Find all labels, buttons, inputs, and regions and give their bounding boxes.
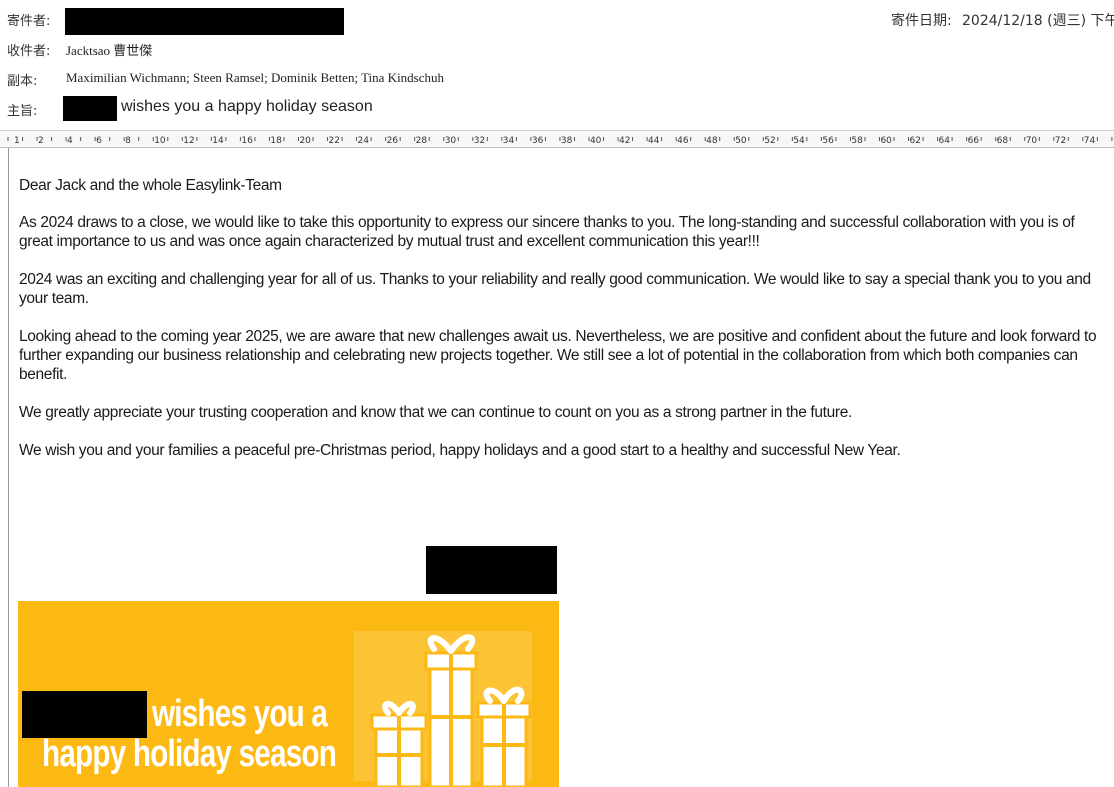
ruler-number: 26 [387, 136, 399, 146]
ruler-ticks: 1 2 4 6 8 10 12 14 16 18 20 22 24 26 28 30 32 34 36 38 40 42 4… [7, 136, 1113, 146]
ruler-number: 6 [96, 136, 102, 146]
card-headline-line1: wishes you a [152, 693, 328, 735]
card-logo-redaction [22, 691, 147, 738]
email-body[interactable]: Dear Jack and the whole Easylink-Team As… [19, 176, 1109, 479]
ruler-number: 38 [561, 136, 573, 146]
paragraph-thanks: As 2024 draws to a close, we would like … [19, 214, 1075, 250]
to-label: 收件者: [7, 44, 51, 59]
greeting: Dear Jack and the whole Easylink-Team [19, 177, 282, 194]
ruler-number: 4 [67, 136, 73, 146]
cc-label: 副本: [7, 74, 38, 89]
ruler-number: 52 [764, 136, 775, 146]
ruler-number: 58 [851, 136, 863, 146]
card-headline-line2: happy holiday season [42, 733, 337, 775]
ruler-number: 48 [706, 136, 718, 146]
ruler-number: 28 [416, 136, 428, 146]
subject-text: wishes you a happy holiday season [121, 98, 373, 115]
ruler-number: 22 [329, 136, 340, 146]
subject-redaction [63, 96, 117, 121]
ruler-number: 62 [910, 136, 921, 146]
ruler-number: 70 [1026, 136, 1038, 146]
holiday-card-image: wishes you a happy holiday season [18, 601, 559, 787]
ruler-number: 42 [619, 136, 630, 146]
paragraph-2024: 2024 was an exciting and challenging yea… [19, 271, 1091, 307]
ruler-number: 36 [532, 136, 544, 146]
ruler-number: 16 [241, 136, 253, 146]
paragraph-appreciation: We greatly appreciate your trusting coop… [19, 404, 852, 421]
ruler-number: 24 [358, 136, 370, 146]
ruler-number: 14 [212, 136, 224, 146]
ruler-number: 46 [677, 136, 689, 146]
paragraph-2025: Looking ahead to the coming year 2025, w… [19, 328, 1097, 383]
subject-label: 主旨: [7, 104, 38, 119]
ruler-number: 10 [154, 136, 166, 146]
ruler-number: 54 [793, 136, 805, 146]
ruler-number: 74 [1084, 136, 1096, 146]
ruler[interactable]: 1 2 4 6 8 10 12 14 16 18 20 22 24 26 28 30 32 34 36 38 40 42 4… [0, 130, 1114, 148]
ruler-number: 44 [648, 136, 660, 146]
ruler-number: 20 [299, 136, 311, 146]
ruler-number: 72 [1055, 136, 1066, 146]
ruler-number: 68 [997, 136, 1009, 146]
to-recipient[interactable]: Jacktsao 曹世傑 [66, 40, 152, 59]
ruler-number: 32 [474, 136, 485, 146]
ruler-number: 40 [590, 136, 602, 146]
ruler-number: 8 [125, 136, 131, 146]
ruler-number: 18 [270, 136, 282, 146]
ruler-number: 30 [445, 136, 457, 146]
paragraph-wishes: We wish you and your families a peaceful… [19, 442, 901, 459]
date-label: 寄件日期: [891, 13, 952, 29]
signature-redaction [426, 546, 557, 594]
ruler-number: 64 [939, 136, 951, 146]
date-value: 2024/12/18 (週三) 下午 0 [962, 13, 1114, 29]
cc-recipients[interactable]: Maximilian Wichmann; Steen Ramsel; Domin… [66, 70, 444, 86]
ruler-number: 34 [503, 136, 515, 146]
ruler-number: 12 [183, 136, 194, 146]
ruler-number: 2 [38, 136, 44, 146]
gift-boxes-icon [370, 634, 532, 787]
ruler-number: 66 [968, 136, 980, 146]
ruler-number: 1 [14, 136, 20, 146]
sender-redaction [65, 8, 344, 35]
ruler-number: 56 [822, 136, 834, 146]
ruler-number: 50 [735, 136, 747, 146]
ruler-number: 60 [880, 136, 892, 146]
from-label: 寄件者: [7, 14, 51, 29]
